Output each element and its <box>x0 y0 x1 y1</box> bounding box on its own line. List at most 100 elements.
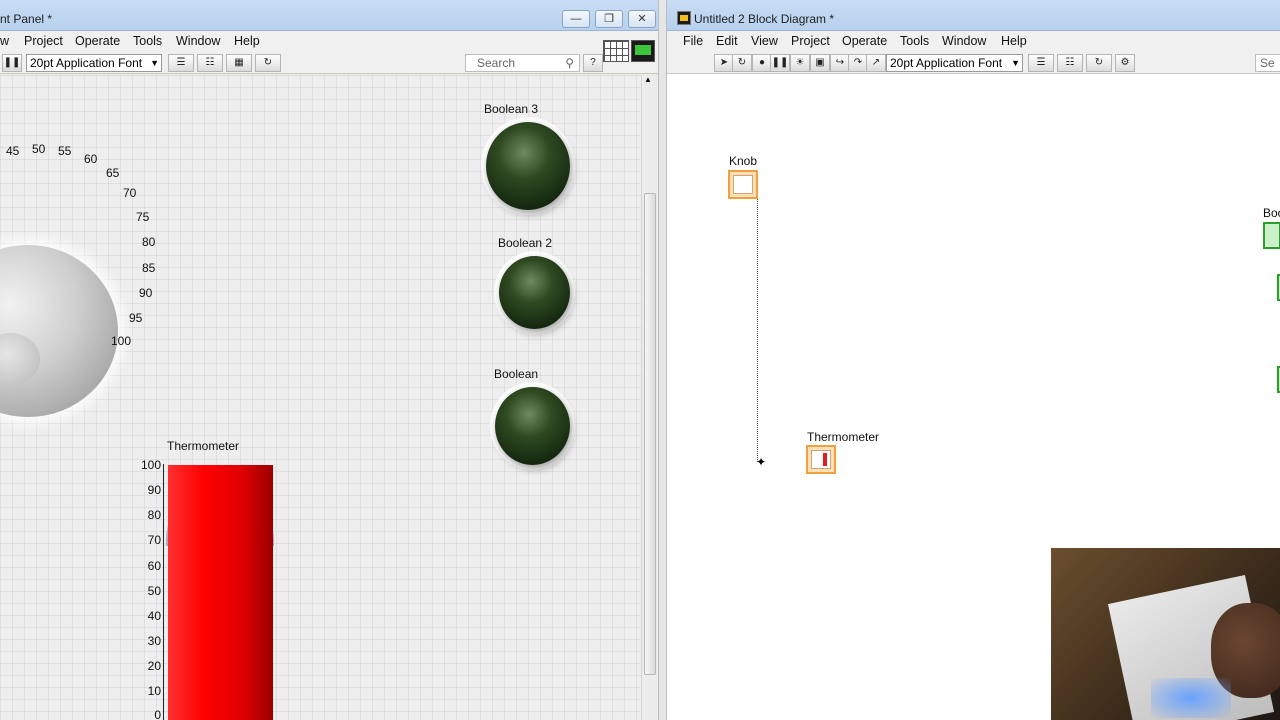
menu-window[interactable]: Window <box>176 34 220 48</box>
vi-icon[interactable] <box>631 40 655 62</box>
font-ring-label: 20pt Application Font <box>890 56 1003 70</box>
front-panel-scrollbar[interactable]: ▲ <box>641 75 658 720</box>
align-objects-icon[interactable]: ☰ <box>168 54 194 72</box>
boolean2-led[interactable] <box>499 256 570 329</box>
wire-segment[interactable] <box>757 199 758 462</box>
wiring-tool-cursor-icon: ✦ <box>756 455 767 469</box>
clean-up-diagram-icon[interactable]: ⚙ <box>1115 54 1135 72</box>
context-help-icon[interactable]: ? <box>583 54 603 72</box>
knob-tick-label: 100 <box>111 334 132 348</box>
thermometer-tick-label: 20 <box>147 659 161 673</box>
scrollbar-thumb[interactable] <box>644 193 656 675</box>
thermometer-tick-label: 60 <box>147 559 161 573</box>
block-diagram-title: Untitled 2 Block Diagram * <box>694 12 835 26</box>
step-out-icon[interactable]: ↗ <box>866 54 886 72</box>
align-objects-icon[interactable]: ☰ <box>1028 54 1054 72</box>
menu-operate[interactable]: Operate <box>842 34 887 48</box>
boolean3-led[interactable] <box>486 122 570 210</box>
thermometer-label: Thermometer <box>167 439 240 453</box>
knob-tick-label: 45 <box>6 144 20 158</box>
knob-control[interactable] <box>0 245 118 417</box>
menu-tools[interactable]: Tools <box>133 34 162 48</box>
close-button[interactable]: ✕ <box>628 10 656 28</box>
search-icon[interactable]: ⚲ <box>565 55 574 71</box>
search-input[interactable]: Search ⚲ <box>465 54 580 72</box>
minimize-button[interactable]: — <box>562 10 590 28</box>
menu-operate[interactable]: Operate <box>75 34 120 48</box>
knob-tick-label: 90 <box>139 286 153 300</box>
thermometer-tick-label: 0 <box>154 708 161 720</box>
front-panel-canvas[interactable]: 45 50 55 60 65 70 75 80 85 90 95 100 Boo… <box>0 75 641 720</box>
menu-tools[interactable]: Tools <box>900 34 929 48</box>
knob-tick-label: 70 <box>123 186 137 200</box>
menu-help[interactable]: Help <box>234 34 260 48</box>
reorder-icon[interactable]: ↻ <box>1086 54 1112 72</box>
connector-pane-icon[interactable] <box>603 40 629 62</box>
boolean-terminal-label: Boo <box>1263 206 1280 220</box>
pause-button[interactable]: ❚❚ <box>2 54 22 72</box>
font-ring-label: 20pt Application Font <box>30 56 143 70</box>
menu-project[interactable]: Project <box>791 34 830 48</box>
knob-tick-label: 60 <box>84 152 98 166</box>
restore-button[interactable]: ❐ <box>595 10 623 28</box>
front-panel-toolbar: ❚❚ 20pt Application Font ▼ ☰ ☷ ▦ ↻ Searc… <box>0 53 658 74</box>
menu-edit[interactable]: Edit <box>716 34 738 48</box>
thermometer-tick-label: 70 <box>147 533 161 547</box>
knob-tick-label: 75 <box>136 210 150 224</box>
thermometer-terminal[interactable] <box>806 445 836 474</box>
block-diagram-menubar: File Edit View Project Operate Tools Win… <box>667 31 1280 53</box>
pause-button[interactable]: ❚❚ <box>770 54 790 72</box>
reorder-icon[interactable]: ↻ <box>255 54 281 72</box>
dropdown-arrow-icon: ▼ <box>150 58 159 68</box>
menu-help[interactable]: Help <box>1001 34 1027 48</box>
search-placeholder: Search <box>477 56 516 70</box>
resize-objects-icon[interactable]: ▦ <box>226 54 252 72</box>
abort-icon[interactable]: ● <box>752 54 772 72</box>
thermometer-axis-line <box>163 464 164 720</box>
thermometer-terminal-icon <box>811 450 831 469</box>
webcam-screen-glow <box>1151 678 1231 718</box>
boolean2-label: Boolean 2 <box>498 236 553 250</box>
boolean3-label: Boolean 3 <box>484 102 539 116</box>
knob-tick-label: 95 <box>129 311 143 325</box>
knob-tick-label: 80 <box>142 235 156 249</box>
knob-tick-label: 55 <box>58 144 72 158</box>
highlight-execution-icon[interactable]: ☀ <box>790 54 810 72</box>
thermometer-tick-label: 40 <box>147 609 161 623</box>
menu-project[interactable]: Project <box>24 34 63 48</box>
block-diagram-titlebar[interactable]: Untitled 2 Block Diagram * <box>667 0 1280 31</box>
font-ring[interactable]: 20pt Application Font ▼ <box>886 54 1023 72</box>
window-divider <box>658 0 667 720</box>
thermometer-tick-label: 90 <box>147 483 161 497</box>
front-panel-menubar: w Project Operate Tools Window Help <box>0 31 658 53</box>
knob-tick-label: 50 <box>32 142 46 156</box>
thermometer-tick-label: 10 <box>147 684 161 698</box>
thermometer-tick-label: 30 <box>147 634 161 648</box>
labview-app-icon <box>677 11 691 25</box>
thermometer-fill[interactable] <box>168 465 273 720</box>
boolean-led[interactable] <box>495 387 570 465</box>
run-continuously-icon[interactable]: ↻ <box>732 54 752 72</box>
distribute-objects-icon[interactable]: ☷ <box>197 54 223 72</box>
block-diagram-toolbar: ➤ ↻ ● ❚❚ ☀ ▣ ↪ ↷ ↗ 20pt Application Font… <box>667 53 1280 74</box>
menu-view[interactable]: w <box>0 34 9 48</box>
boolean3-terminal[interactable] <box>1263 222 1280 249</box>
knob-tick-label: 85 <box>142 261 156 275</box>
search-input[interactable]: Se <box>1255 54 1280 72</box>
retain-wire-values-icon[interactable]: ▣ <box>810 54 830 72</box>
boolean-label: Boolean <box>494 367 539 381</box>
menu-file[interactable]: File <box>683 34 703 48</box>
menu-window[interactable]: Window <box>942 34 986 48</box>
knob-terminal[interactable] <box>728 170 758 199</box>
run-arrow-icon[interactable]: ➤ <box>714 54 734 72</box>
scroll-up-arrow-icon[interactable]: ▲ <box>644 75 652 84</box>
menu-view[interactable]: View <box>751 34 778 48</box>
thermometer-tick-label: 100 <box>140 458 161 472</box>
step-over-icon[interactable]: ↷ <box>848 54 868 72</box>
front-panel-window: nt Panel * — ❐ ✕ w Project Operate Tools… <box>0 0 658 720</box>
front-panel-titlebar[interactable]: nt Panel * — ❐ ✕ <box>0 0 658 31</box>
knob-tick-label: 65 <box>106 166 120 180</box>
distribute-objects-icon[interactable]: ☷ <box>1057 54 1083 72</box>
step-into-icon[interactable]: ↪ <box>830 54 850 72</box>
font-ring[interactable]: 20pt Application Font ▼ <box>26 54 162 72</box>
